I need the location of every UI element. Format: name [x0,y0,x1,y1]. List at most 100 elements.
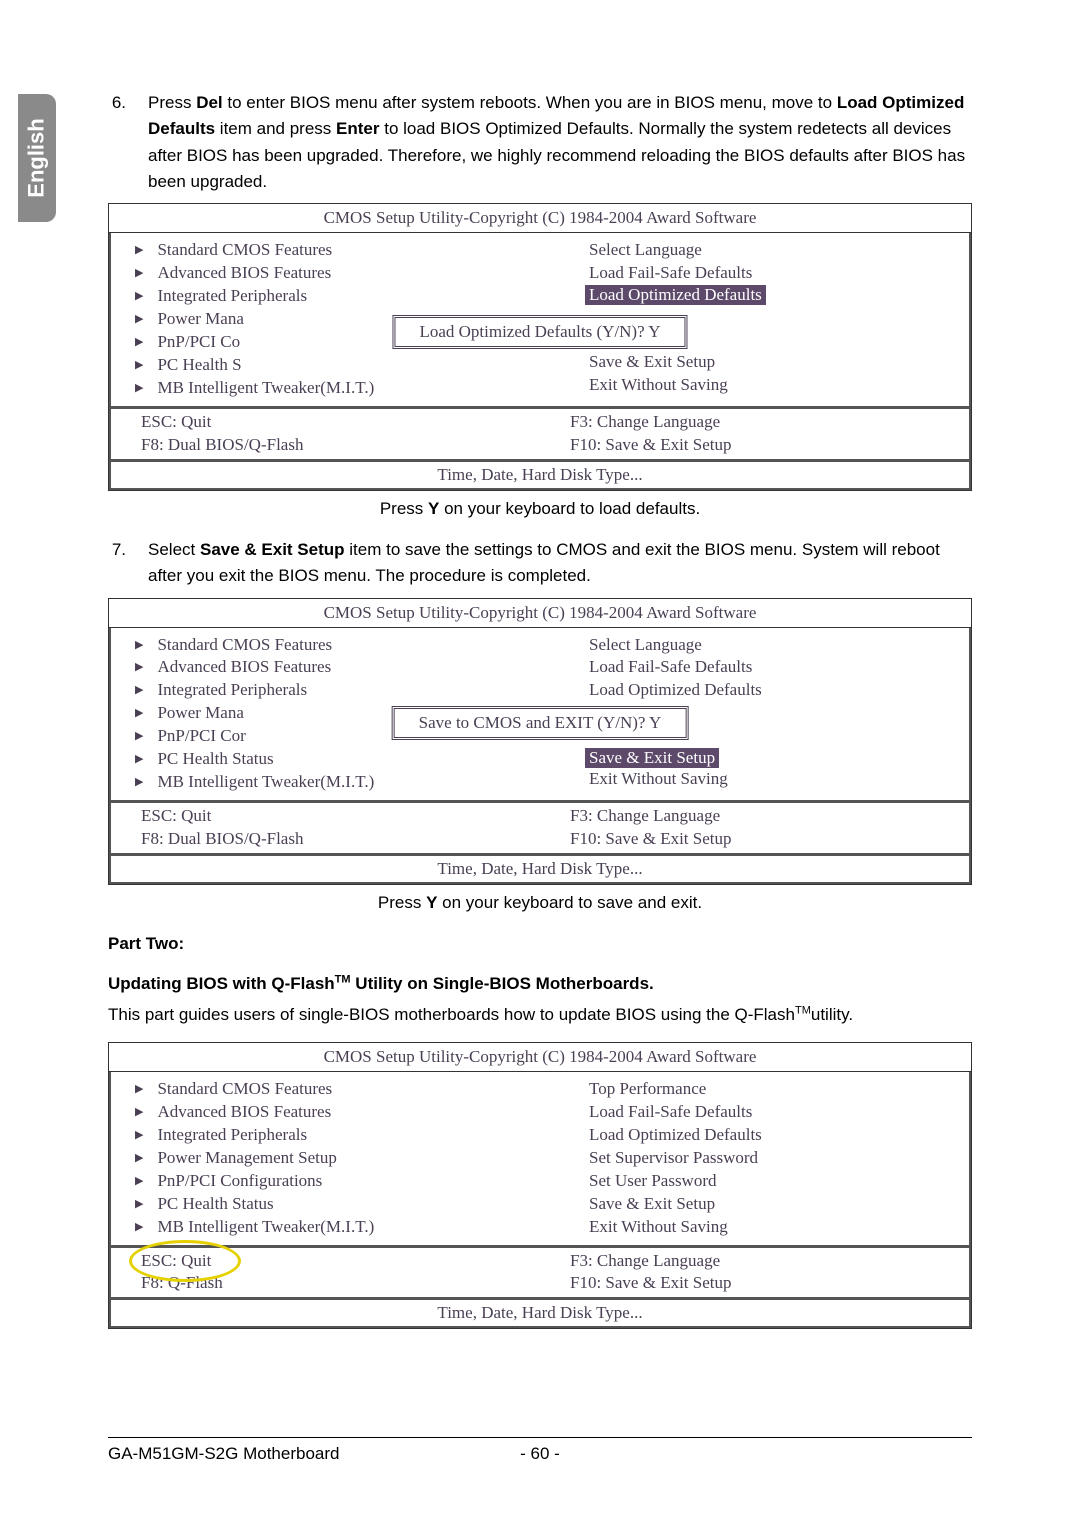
triangle-icon: ▶ [135,312,143,327]
menu-item[interactable]: ▶PnP/PCI Configurations [135,1170,543,1193]
key-hint: F3: Change Language [570,1250,959,1273]
key-hint: F10: Save & Exit Setup [570,434,959,457]
confirm-dialog[interactable]: Save to CMOS and EXIT (Y/N)? Y [392,706,689,740]
key-hint: F3: Change Language [570,805,959,828]
step-6: 6. Press Del to enter BIOS menu after sy… [108,90,972,195]
part-two-label: Part Two: [108,931,972,957]
footer-page-number: - 60 - [508,1444,572,1464]
triangle-icon: ▶ [135,1174,143,1189]
bios-hint: Time, Date, Hard Disk Type... [109,461,971,490]
triangle-icon: ▶ [135,1128,143,1143]
menu-item[interactable]: Save & Exit Setup [555,1193,963,1216]
menu-item-highlighted[interactable]: Save & Exit Setup [585,748,719,768]
menu-item[interactable]: ▶MB Intelligent Tweaker(M.I.T.) [135,771,543,794]
content-area: 6. Press Del to enter BIOS menu after sy… [70,90,972,1329]
step-body: Select Save & Exit Setup item to save th… [148,537,972,590]
caption-1: Press Y on your keyboard to load default… [108,499,972,519]
menu-item[interactable]: ▶Integrated Peripherals [135,285,543,308]
triangle-icon: ▶ [135,683,143,698]
triangle-icon: ▶ [135,752,143,767]
triangle-icon: ▶ [135,775,143,790]
menu-item[interactable]: ▶Power Management Setup [135,1147,543,1170]
menu-item[interactable]: Top Performance [555,1078,963,1101]
step-list: 7. Select Save & Exit Setup item to save… [108,537,972,590]
menu-item[interactable]: ▶Advanced BIOS Features [135,1101,543,1124]
triangle-icon: ▶ [135,1151,143,1166]
key-hint: F10: Save & Exit Setup [570,1272,959,1295]
triangle-icon: ▶ [135,638,143,653]
bios-title: CMOS Setup Utility-Copyright (C) 1984-20… [109,204,971,233]
language-tab-label: English [24,118,50,197]
menu-item[interactable]: Exit Without Saving [555,768,963,791]
key-hint: ESC: Quit [141,1250,530,1273]
menu-item[interactable]: Exit Without Saving [555,374,963,397]
bios-screenshot-2: CMOS Setup Utility-Copyright (C) 1984-20… [108,598,972,885]
menu-item[interactable]: Load Optimized Defaults [555,1124,963,1147]
menu-item[interactable]: Select Language [555,239,963,262]
key-hint: ESC: Quit [141,805,530,828]
bios-title: CMOS Setup Utility-Copyright (C) 1984-20… [109,1043,971,1072]
confirm-dialog[interactable]: Load Optimized Defaults (Y/N)? Y [392,315,687,349]
bios-right-col: Top Performance Load Fail-Safe Defaults … [549,1078,969,1239]
menu-item[interactable]: ▶Standard CMOS Features [135,239,543,262]
part-two-body: This part guides users of single-BIOS mo… [108,1002,972,1028]
key-hint: F8: Dual BIOS/Q-Flash [141,828,530,851]
bios-footer-keys: ESC: Quit F8: Dual BIOS/Q-Flash F3: Chan… [109,408,971,461]
menu-item[interactable]: ▶Integrated Peripherals [135,1124,543,1147]
menu-item[interactable]: Load Optimized Defaults [555,679,963,702]
step-number: 6. [108,90,126,195]
step-7: 7. Select Save & Exit Setup item to save… [108,537,972,590]
bios-screenshot-3: CMOS Setup Utility-Copyright (C) 1984-20… [108,1042,972,1329]
triangle-icon: ▶ [135,1082,143,1097]
bios-screenshot-1: CMOS Setup Utility-Copyright (C) 1984-20… [108,203,972,490]
menu-item[interactable]: Load Fail-Safe Defaults [555,656,963,679]
language-tab: English [18,94,56,222]
step-list: 6. Press Del to enter BIOS menu after sy… [108,90,972,195]
menu-item[interactable]: ▶PC Health Status [135,1193,543,1216]
menu-item[interactable]: ▶PC Health S [135,354,543,377]
part-two-heading: Updating BIOS with Q-FlashTM Utility on … [108,971,972,997]
key-hint: ESC: Quit [141,411,530,434]
menu-item[interactable]: ▶Integrated Peripherals [135,679,543,702]
menu-item[interactable]: Select Language [555,634,963,657]
menu-item[interactable]: Load Fail-Safe Defaults [555,1101,963,1124]
menu-item[interactable]: ▶PC Health Status [135,748,543,771]
triangle-icon: ▶ [135,1197,143,1212]
menu-item-highlighted[interactable]: Load Optimized Defaults [585,285,766,305]
triangle-icon: ▶ [135,266,143,281]
triangle-icon: ▶ [135,243,143,258]
triangle-icon: ▶ [135,335,143,350]
menu-item[interactable]: Set User Password [555,1170,963,1193]
bios-body: ▶Standard CMOS Features ▶Advanced BIOS F… [109,1072,971,1247]
triangle-icon: ▶ [135,358,143,373]
step-body: Press Del to enter BIOS menu after syste… [148,90,972,195]
triangle-icon: ▶ [135,706,143,721]
menu-item[interactable]: ▶MB Intelligent Tweaker(M.I.T.) [135,1216,543,1239]
triangle-icon: ▶ [135,289,143,304]
bios-footer-keys: ESC: Quit F8: Dual BIOS/Q-Flash F3: Chan… [109,802,971,855]
footer-left: GA-M51GM-S2G Motherboard [108,1444,508,1464]
caption-2: Press Y on your keyboard to save and exi… [108,893,972,913]
menu-item[interactable]: Exit Without Saving [555,1216,963,1239]
menu-item[interactable]: Set Supervisor Password [555,1147,963,1170]
triangle-icon: ▶ [135,660,143,675]
menu-item[interactable]: ▶Advanced BIOS Features [135,262,543,285]
step-number: 7. [108,537,126,590]
bios-title: CMOS Setup Utility-Copyright (C) 1984-20… [109,599,971,628]
key-hint: F3: Change Language [570,411,959,434]
triangle-icon: ▶ [135,381,143,396]
bios-hint: Time, Date, Hard Disk Type... [109,855,971,884]
bios-footer-keys: ESC: Quit F8: Q-Flash F3: Change Languag… [109,1247,971,1300]
bios-hint: Time, Date, Hard Disk Type... [109,1299,971,1328]
menu-item[interactable]: ▶Standard CMOS Features [135,634,543,657]
menu-item[interactable]: Save & Exit Setup [555,351,963,374]
menu-item[interactable]: ▶MB Intelligent Tweaker(M.I.T.) [135,377,543,400]
triangle-icon: ▶ [135,1220,143,1235]
menu-item[interactable]: ▶Advanced BIOS Features [135,656,543,679]
bios-left-col: ▶Standard CMOS Features ▶Advanced BIOS F… [111,1078,549,1239]
key-hint: F8: Dual BIOS/Q-Flash [141,434,530,457]
menu-item[interactable]: Load Fail-Safe Defaults [555,262,963,285]
triangle-icon: ▶ [135,729,143,744]
bios-body: ▶Standard CMOS Features ▶Advanced BIOS F… [109,628,971,803]
menu-item[interactable]: ▶Standard CMOS Features [135,1078,543,1101]
